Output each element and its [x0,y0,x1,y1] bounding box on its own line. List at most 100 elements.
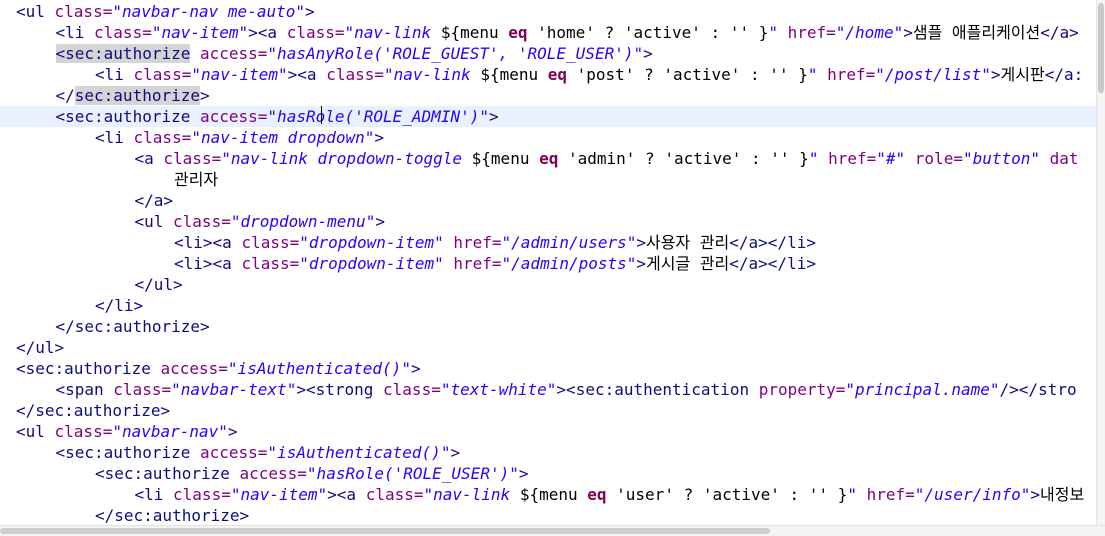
code-token: > [304,2,315,21]
vertical-scrollbar[interactable] [1096,0,1105,526]
code-token: href= [443,233,502,252]
code-line[interactable]: <li class="nav-item"><a class="nav-link … [0,484,1085,505]
code-line[interactable]: <a class="nav-link dropdown-toggle ${men… [0,148,1079,169]
code-line[interactable]: <span class="navbar-text"><strong class=… [0,379,1077,400]
code-token: <sec:authorize [95,464,230,483]
code-line[interactable]: <li><a class="dropdown-item" href="/admi… [0,232,816,253]
code-token: > [374,128,384,147]
code-token: "text-white" [440,380,557,399]
code-line[interactable]: </a> [0,190,174,211]
code-token: "/admin/posts" [501,254,637,273]
code-token: class= [54,422,113,441]
code-token: eq [547,65,568,84]
code-token: </a> [1040,23,1079,42]
code-token: > [410,359,421,378]
code-token: "/user/info" [914,485,1031,504]
code-line[interactable]: <sec:authorize access="isAuthenticated()… [0,358,421,379]
code-token: > [227,422,238,441]
code-token: 내정보 [1040,485,1085,504]
code-token: <li><a [174,254,242,273]
code-token: <ul [16,2,55,21]
code-token: <ul [134,212,174,231]
code-line[interactable]: <li class="nav-item"><a class="nav-link … [0,64,1083,85]
code-line[interactable]: <li class="nav-item dropdown"> [0,127,384,148]
code-editor[interactable]: <ul class="navbar-nav me-auto"> <li class… [0,0,1105,536]
code-line[interactable]: </sec:authorize> [0,505,249,526]
code-token: </ [55,86,75,105]
code-token: class= [173,485,231,504]
code-token: <sec:authorize [16,359,151,378]
horizontal-scrollbar-thumb[interactable] [0,528,770,534]
code-line[interactable]: </sec:authorize> [0,400,170,421]
code-lines[interactable]: <ul class="navbar-nav me-auto"> <li class… [0,0,1097,526]
text-caret [321,106,322,124]
vertical-scrollbar-thumb[interactable] [1098,3,1104,93]
code-token: ><a [287,65,327,84]
code-line[interactable]: </ul> [0,337,64,358]
code-token: " [768,23,778,42]
code-token: </a></li> [729,233,816,252]
code-token: <sec:authorize [55,44,191,63]
code-token: "button" [962,149,1041,168]
code-token: access= [190,44,268,63]
code-token: "hasRole('ROLE_ADMIN')" [267,107,489,126]
code-token: "dropdown-item" [299,254,444,273]
code-line[interactable]: <li><a class="dropdown-item" href="/admi… [0,253,816,274]
code-token: class= [163,149,222,168]
code-token: ><a [327,485,366,504]
code-line[interactable]: <sec:authorize access="hasAnyRole('ROLE_… [0,43,653,64]
code-token: "nav-link dropdown-toggle [221,149,472,168]
code-token: class= [286,23,345,42]
code-line[interactable]: </sec:authorize> [0,85,210,106]
code-line[interactable]: <li class="nav-item"><a class="nav-link … [0,22,1079,43]
code-token: class= [241,254,300,273]
code-token: "#" [876,149,906,168]
code-token: "/admin/users" [501,233,637,252]
code-token: class= [241,233,300,252]
code-token: 'admin' ? 'active' : '' } [558,149,809,168]
code-token: href= [777,23,836,42]
code-line[interactable]: </ul> [0,274,183,295]
code-token: class= [54,2,113,21]
code-line[interactable]: <ul class="navbar-nav"> [0,421,238,442]
code-token: ><sec:authentication [556,380,750,399]
code-token: > [375,212,385,231]
code-token: <sec:authorize [55,443,191,462]
code-token: "isAuthenticated()" [227,359,411,378]
code-line[interactable]: <sec:authorize access="hasRole('ROLE_ADM… [0,106,1097,127]
code-token: access= [229,464,307,483]
code-token: class= [326,65,384,84]
code-line[interactable]: 관리자 [0,169,218,190]
code-token: <sec:authorize [55,107,191,126]
code-token: href= [443,254,502,273]
code-token: 게시판 [1000,65,1045,84]
code-token: > [488,107,499,126]
code-token: > [643,44,653,63]
code-token: "navbar-nav me-auto" [112,2,305,21]
code-token: </sec:authorize> [55,317,210,336]
code-token: "hasRole('ROLE_USER')" [306,464,519,483]
code-token: "dropdown-menu" [230,212,376,231]
code-token: href= [817,65,876,84]
code-line[interactable]: <ul class="dropdown-menu"> [0,211,385,232]
code-line[interactable]: <sec:authorize access="isAuthenticated()… [0,442,461,463]
code-line[interactable]: <sec:authorize access="hasRole('ROLE_USE… [0,463,528,484]
code-token: "nav-item" [151,23,249,42]
code-token: class= [383,380,441,399]
code-token: "dropdown-item" [299,233,444,252]
code-line[interactable]: </li> [0,295,143,316]
code-token: class= [133,65,192,84]
code-token: "hasAnyRole('ROLE_GUEST', 'ROLE_USER')" [267,44,644,63]
code-line[interactable]: <ul class="navbar-nav me-auto"> [0,1,315,22]
code-token: <span [55,380,114,399]
code-token: "/home" [835,23,904,42]
code-token: dat [1040,149,1079,168]
code-token: </a></li> [729,254,816,273]
code-token: "principal.name" [845,380,1000,399]
code-token: sec:authorize [74,86,200,105]
code-line[interactable]: </sec:authorize> [0,316,210,337]
code-token: role= [905,149,963,168]
code-token: > [200,86,210,105]
code-token: class= [94,23,152,42]
horizontal-scrollbar[interactable] [0,525,1105,536]
